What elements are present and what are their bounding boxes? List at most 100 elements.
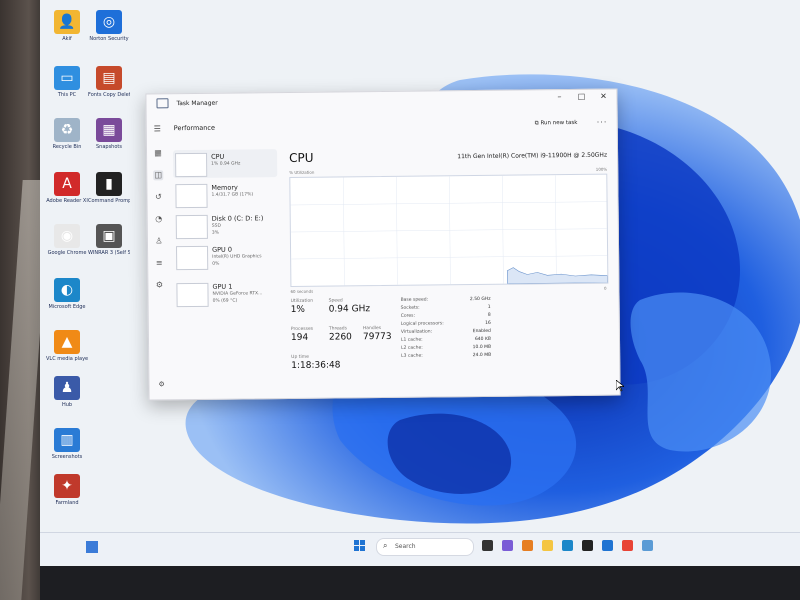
performance-icon[interactable]: ◫ — [153, 170, 164, 181]
perf-item-gpu0[interactable]: GPU 0 Intel(R) UHD Graphics 0% — [174, 242, 278, 271]
desktop-icon-glyph: ♟ — [54, 376, 80, 400]
taskbar-app-icon[interactable] — [602, 540, 613, 551]
perf-item-sub2: 0% (69 °C) — [212, 298, 238, 304]
desktop-icon-label: Farmland — [55, 500, 79, 506]
taskbar-app-icon[interactable] — [482, 540, 493, 551]
maximize-button[interactable]: □ — [571, 92, 591, 101]
desktop-icon[interactable]: ✦ Farmland — [46, 474, 88, 506]
cpu-utilization-graph — [289, 173, 609, 287]
desktop-icon-label: Screenshots — [51, 454, 83, 460]
desktop-icon[interactable]: 👤 Akif — [46, 10, 88, 42]
taskbar-app-icon[interactable] — [642, 540, 653, 551]
task-manager-app-icon — [156, 98, 169, 109]
stat-label: Processes — [290, 326, 314, 332]
desktop-icon[interactable]: ▭ This PC — [46, 66, 88, 98]
perf-item-cpu[interactable]: CPU 1% 0.94 GHz — [173, 149, 278, 179]
perf-item-disk[interactable]: Disk 0 (C: D: E:) SSD 3% — [174, 211, 278, 240]
desktop-icon-label: Command Prompt — [88, 198, 130, 204]
perf-item-sub2: 3% — [211, 230, 220, 236]
taskbar-search-box[interactable]: ⌕ Search — [376, 538, 474, 556]
hamburger-menu-icon[interactable]: ☰ — [154, 124, 161, 133]
taskbar-app-icon[interactable] — [562, 540, 573, 551]
cpu-title: CPU — [289, 150, 314, 165]
desktop-icon-glyph: ▭ — [54, 66, 80, 90]
desktop-icon[interactable]: ♟ Hub — [46, 376, 88, 408]
users-icon[interactable]: ♙ — [154, 236, 164, 246]
desktop-icon-glyph: A — [54, 172, 80, 196]
stat-label: Threads — [328, 326, 348, 332]
desktop-icon[interactable]: ▲ VLC media player — [46, 330, 88, 362]
app-history-icon[interactable]: ↺ — [153, 192, 163, 202]
title-bar[interactable]: Task Manager — [146, 90, 616, 113]
info-key: Sockets: — [400, 305, 420, 311]
info-value: Enabled — [472, 328, 491, 335]
perf-item-sub: SSD — [211, 223, 222, 229]
stat-handles: Handles 79773 — [363, 326, 392, 342]
startup-apps-icon[interactable]: ◔ — [154, 214, 164, 224]
run-new-task-label: Run new task — [540, 119, 578, 127]
desktop-icon-glyph: ✦ — [54, 474, 80, 498]
cpu-thumbnail-graph — [175, 152, 208, 178]
desktop-icon-glyph: ▣ — [96, 224, 122, 248]
gpu0-thumbnail-graph — [176, 245, 209, 271]
taskbar-app-icon[interactable] — [582, 540, 593, 551]
gpu1-thumbnail-graph — [176, 282, 209, 308]
taskbar-app-icon[interactable] — [502, 540, 513, 551]
desktop-icon-glyph: ▮ — [96, 172, 122, 196]
info-key: Cores: — [400, 313, 416, 319]
taskbar-app-icon[interactable] — [542, 540, 553, 551]
close-button[interactable]: ✕ — [593, 92, 613, 101]
settings-gear-icon[interactable]: ⚙ — [158, 380, 164, 388]
perf-item-gpu1[interactable]: GPU 1 NVIDIA GeForce RTX... 0% (69 °C) — [174, 279, 278, 308]
desktop-icon-label: Recycle Bin — [52, 144, 82, 150]
desktop-icon[interactable]: ▤ Fonts Copy Deleted — [88, 66, 130, 98]
taskbar-app-icon[interactable] — [522, 540, 533, 551]
processes-icon[interactable]: ▦ — [153, 148, 163, 158]
taskbar-app-icon[interactable] — [622, 540, 633, 551]
perf-item-sub: 1.4/31.7 GB (17%) — [211, 192, 254, 198]
perf-item-memory[interactable]: Memory 1.4/31.7 GB (17%) — [173, 180, 277, 209]
desktop-icon[interactable]: ▥ Screenshots — [46, 428, 88, 460]
info-value: 16 — [485, 320, 491, 326]
perf-item-name: CPU — [211, 152, 225, 161]
minimize-button[interactable]: – — [549, 92, 569, 101]
performance-list: CPU 1% 0.94 GHz Memory 1.4/31.7 GB (17%)… — [169, 143, 282, 394]
desktop-icon[interactable]: ◉ Google Chrome — [46, 224, 88, 256]
zero-label: 0 — [603, 285, 607, 291]
desktop-icon-glyph: ♻ — [54, 118, 80, 142]
window-title: Task Manager — [176, 99, 218, 107]
desktop-icon[interactable]: ▮ Command Prompt — [88, 172, 130, 204]
stat-value: 1:18:36:48 — [291, 360, 341, 371]
desktop-icon-label: Akif — [62, 36, 72, 42]
desktop-icon-label: This PC — [57, 92, 77, 98]
services-icon[interactable]: ⚙ — [154, 280, 164, 290]
desktop-icon-glyph: ▲ — [54, 330, 80, 354]
stat-label: Utilization — [290, 298, 314, 304]
desktop-icon[interactable]: A Adobe Reader XI — [46, 172, 88, 204]
desktop-icon[interactable]: ▣ WINRAR 3 (Self Setup) — [88, 224, 130, 256]
max-percent-label: 100% — [595, 166, 608, 172]
cpu-detail-pane: CPU 11th Gen Intel(R) Core(TM) i9-11900H… — [289, 138, 614, 391]
stat-label: Speed — [328, 298, 343, 304]
desktop-icon[interactable]: ♻ Recycle Bin — [46, 118, 88, 150]
desktop-icon[interactable]: ▦ Snapshots — [88, 118, 130, 150]
desktop-icon[interactable]: ◐ Microsoft Edge — [46, 278, 88, 310]
info-key: Logical processors: — [400, 321, 444, 327]
mouse-cursor-icon — [616, 380, 624, 392]
desktop-icon[interactable]: ◎ Norton Security — [88, 10, 130, 42]
stat-value: 194 — [290, 332, 309, 343]
disk-thumbnail-graph — [175, 214, 208, 240]
run-new-task-button[interactable]: ⧉ Run new task — [535, 120, 578, 127]
task-manager-window[interactable]: Task Manager – □ ✕ ☰ Performance ⧉ Run n… — [145, 88, 621, 401]
details-icon[interactable]: ≡ — [154, 258, 164, 268]
widgets-icon[interactable] — [86, 541, 98, 553]
start-button[interactable] — [354, 540, 366, 552]
desktop-icon-label: Fonts Copy Deleted — [88, 92, 130, 98]
desktop-icon-label: Snapshots — [96, 144, 122, 150]
stat-value: 1% — [290, 304, 306, 315]
stat-uptime: Up time 1:18:36:48 — [291, 354, 340, 371]
more-options-icon[interactable]: ··· — [597, 118, 608, 127]
perf-item-name: Memory — [211, 183, 238, 192]
utilization-axis-label: % Utilization — [289, 169, 315, 175]
info-key: L2 cache: — [401, 345, 423, 351]
